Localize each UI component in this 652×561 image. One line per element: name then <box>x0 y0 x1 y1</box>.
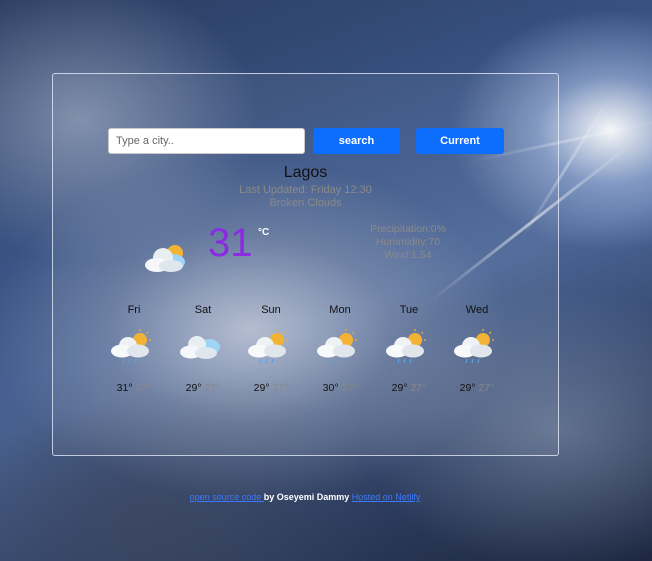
wind-stat: Wind:1.54 <box>384 249 432 261</box>
forecast-low: 27° <box>272 382 289 394</box>
forecast-day: Sun 29° 27° <box>241 304 301 404</box>
search-button[interactable]: search <box>313 128 400 154</box>
forecast-day: Fri 31° 27° <box>104 304 164 404</box>
sun-cloud-icon <box>180 336 220 359</box>
forecast-day-name: Tue <box>399 304 419 316</box>
forecast-low: 27° <box>341 382 358 394</box>
forecast-day-name: Sun <box>261 304 281 316</box>
humidity-stat: Hummidity:70 <box>375 236 441 248</box>
temperature-unit: °C <box>258 227 270 238</box>
footer: open source code by Oseyemi Dammy Hosted… <box>0 492 610 502</box>
forecast-temps: 29° 27° <box>173 382 233 394</box>
forecast-day: Wed 29° 27° <box>447 304 507 404</box>
forecast-low: 27° <box>204 382 221 394</box>
forecast-temps: 30° 27° <box>310 382 370 394</box>
current-temperature: 31 <box>208 221 253 265</box>
weather-stats: Precipitation:0% Hummidity:70 Wind:1.54 <box>353 223 463 262</box>
forecast-high: 29° <box>391 382 408 394</box>
forecast-high: 29° <box>459 382 476 394</box>
forecast-high: 30° <box>322 382 339 394</box>
forecast-day-name: Sat <box>194 304 212 316</box>
city-search-input[interactable] <box>108 128 305 154</box>
source-code-link[interactable]: open source code <box>190 492 264 502</box>
forecast-temps: 29° 27° <box>241 382 301 394</box>
forecast-high: 29° <box>185 382 202 394</box>
forecast-high: 29° <box>253 382 270 394</box>
netlify-link[interactable]: Hosted on Netlify <box>352 492 421 502</box>
sun-cloud-rain-icon <box>317 329 357 364</box>
current-location-button[interactable]: Current <box>416 128 504 154</box>
sun-cloud-rain-icon <box>454 329 494 364</box>
sun-cloud-rain-icon <box>248 329 288 364</box>
sun-cloud-rain-icon <box>386 329 426 364</box>
forecast-high: 31° <box>116 382 133 394</box>
weather-card: search Current Lagos Last Updated: Frida… <box>52 73 559 456</box>
forecast-day: Tue 29° 27° <box>379 304 439 404</box>
forecast-day-name: Wed <box>465 304 489 316</box>
author-credit: by Oseyemi Dammy <box>263 492 352 502</box>
forecast-day-name: Fri <box>127 304 141 316</box>
last-updated: Last Updated: Friday 12:30 <box>239 184 372 196</box>
forecast-low: 27° <box>478 382 495 394</box>
weather-description: Broken Clouds <box>269 197 342 209</box>
forecast-temps: 29° 27° <box>447 382 507 394</box>
precipitation-stat: Precipitation:0% <box>370 223 446 235</box>
forecast-temps: 29° 27° <box>379 382 439 394</box>
sun-cloud-icon <box>145 245 185 272</box>
forecast-day: Sat 29° 27° <box>173 304 233 404</box>
forecast-day: Mon 30° 27° <box>310 304 370 404</box>
sun-cloud-rain-icon <box>111 329 151 364</box>
forecast-low: 27° <box>410 382 427 394</box>
forecast-low: 27° <box>135 382 152 394</box>
city-name: Lagos <box>283 164 328 181</box>
forecast-day-name: Mon <box>329 304 351 316</box>
forecast-temps: 31° 27° <box>104 382 164 394</box>
